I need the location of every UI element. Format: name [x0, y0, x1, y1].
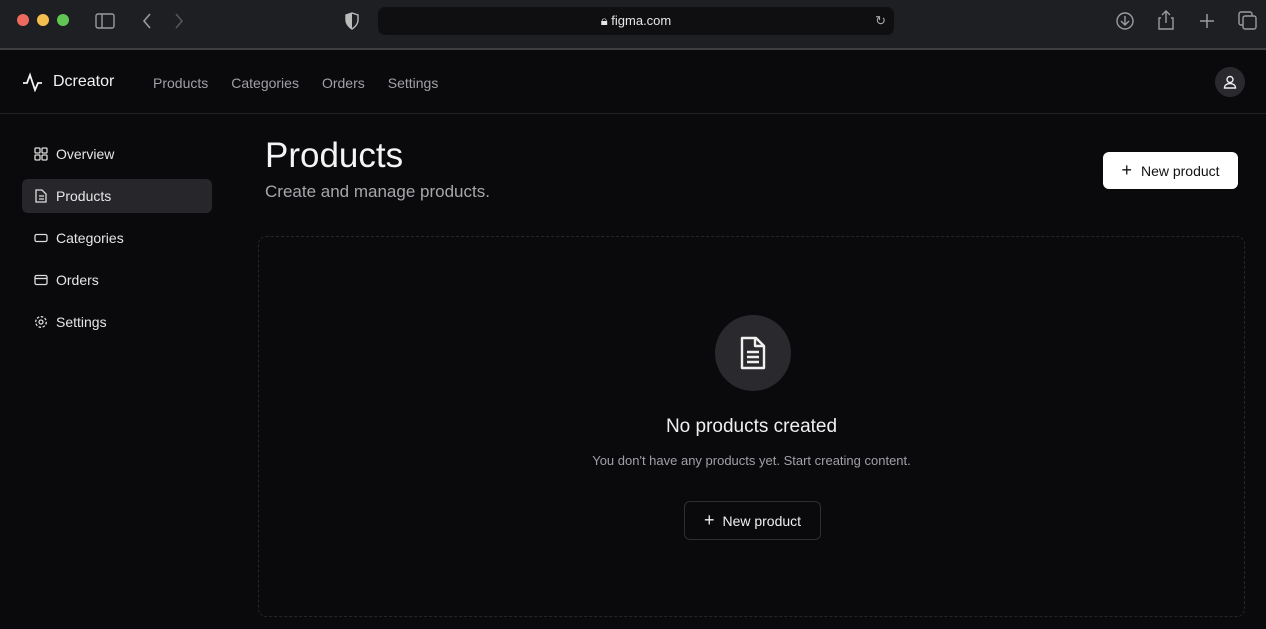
sidebar-toggle-icon[interactable] — [95, 13, 115, 29]
nav-settings[interactable]: Settings — [388, 75, 439, 91]
app-header: Dcreator Products Categories Orders Sett… — [0, 50, 1266, 114]
plus-icon: + — [703, 510, 715, 530]
tabs-overview-icon[interactable] — [1238, 11, 1258, 31]
user-avatar-button[interactable] — [1215, 67, 1245, 97]
grid-icon — [34, 147, 48, 161]
page-subtitle: Create and manage products. — [265, 182, 490, 201]
lock-icon: 🔒︎ — [600, 13, 612, 28]
top-nav: Products Categories Orders Settings — [153, 75, 438, 91]
empty-state-text: You don't have any products yet. Start c… — [592, 453, 911, 468]
button-label: New product — [722, 512, 802, 529]
tag-icon — [34, 233, 48, 243]
nav-orders[interactable]: Orders — [322, 75, 365, 91]
file-text-icon — [740, 336, 766, 370]
empty-state: No products created You don't have any p… — [258, 236, 1245, 617]
empty-state-title: No products created — [665, 416, 838, 437]
browser-toolbar: 🔒︎ figma.com ↻ — [0, 0, 1266, 48]
address-bar[interactable]: 🔒︎ figma.com ↻ — [378, 7, 894, 35]
sidebar-item-label: Categories — [56, 230, 124, 246]
new-product-button[interactable]: + New product — [1103, 152, 1238, 189]
url-text: figma.com — [611, 13, 672, 28]
sidebar-item-orders[interactable]: Orders — [22, 263, 212, 297]
sidebar-item-settings[interactable]: Settings — [22, 305, 212, 339]
page-title: Products — [265, 136, 404, 175]
nav-products[interactable]: Products — [153, 75, 208, 91]
shield-icon[interactable] — [344, 12, 360, 30]
empty-state-icon-circle — [715, 315, 791, 391]
user-icon — [1223, 75, 1237, 89]
credit-card-icon — [34, 274, 48, 286]
activity-icon — [23, 72, 42, 92]
gear-icon — [35, 316, 47, 328]
sidebar-item-label: Products — [56, 188, 112, 204]
nav-categories[interactable]: Categories — [231, 75, 299, 91]
close-window-button[interactable] — [17, 14, 29, 26]
file-icon — [35, 189, 47, 203]
brand-name: Dcreator — [53, 73, 115, 90]
brand-logo[interactable]: Dcreator — [22, 72, 114, 92]
sidebar-item-products[interactable]: Products — [22, 179, 212, 213]
sidebar-item-categories[interactable]: Categories — [22, 221, 212, 255]
forward-icon[interactable] — [173, 12, 185, 30]
maximize-window-button[interactable] — [57, 14, 69, 26]
sidebar-item-overview[interactable]: Overview — [22, 137, 212, 171]
sidebar-item-label: Orders — [56, 272, 99, 288]
download-icon[interactable] — [1115, 11, 1135, 31]
share-icon[interactable] — [1157, 9, 1175, 31]
sidebar: Overview Products Categories Orders Sett… — [22, 137, 212, 347]
minimize-window-button[interactable] — [37, 14, 49, 26]
empty-state-new-product-button[interactable]: + New product — [684, 501, 821, 540]
sidebar-item-label: Overview — [56, 146, 115, 162]
new-tab-icon[interactable] — [1199, 13, 1215, 29]
button-label: New product — [1140, 162, 1220, 179]
back-icon[interactable] — [141, 12, 153, 30]
sidebar-item-label: Settings — [56, 314, 107, 330]
plus-icon: + — [1121, 160, 1132, 180]
reload-icon[interactable]: ↻ — [875, 7, 886, 35]
